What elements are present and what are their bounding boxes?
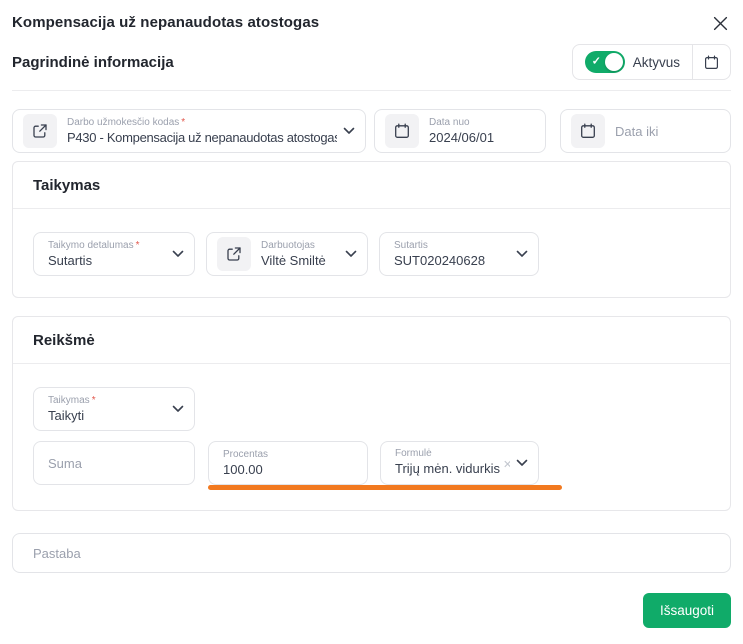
chevron-down-icon [172,250,184,258]
date-to-picker[interactable]: Data iki [560,109,731,153]
modal-footer: Išsaugoti [12,593,731,628]
salary-code-select[interactable]: Darbo užmokesčio kodas* P430 - Kompensac… [12,109,366,153]
field-value: 100.00 [223,461,357,478]
field-value: 2024/06/01 [429,129,535,146]
field-placeholder: Data iki [615,124,720,139]
modal-header: Kompensacija už nepanaudotas atostogas [12,14,731,34]
date-from-picker[interactable]: Data nuo 2024/06/01 [374,109,546,153]
field-value: Sutartis [48,252,166,269]
save-button[interactable]: Išsaugoti [643,593,731,628]
field-label: Darbo užmokesčio kodas* [67,116,337,129]
external-link-icon[interactable] [23,114,57,148]
main-section-title: Pagrindinė informacija [12,54,174,71]
field-text: Data nuo 2024/06/01 [429,116,535,146]
main-section-header: Pagrindinė informacija ✓ Aktyvus [12,44,731,91]
status-control-group: ✓ Aktyvus [572,44,731,80]
field-text: Data iki [615,124,720,139]
toggle-switch-on[interactable]: ✓ [585,51,625,73]
calendar-icon[interactable] [385,114,419,148]
note-input[interactable] [12,533,731,573]
required-marker: * [181,117,185,128]
field-value: Viltė Smiltė [261,252,339,269]
toggle-label: Aktyvus [633,55,680,70]
field-value: SUT020240628 [394,252,510,269]
field-label: Taikymas* [48,394,166,407]
chevron-down-icon [345,250,357,258]
required-marker: * [136,240,140,251]
sum-input-field[interactable] [48,442,184,484]
formula-select[interactable]: Formulė Trijų mėn. vidurkis✕ [380,441,539,485]
required-marker: * [92,395,96,406]
field-value: Taikyti [48,407,166,424]
calendar-icon [704,55,719,70]
value-amount-row: Procentas 100.00 Formulė Trijų mėn. vidu… [33,441,710,485]
close-button[interactable] [709,12,731,34]
field-label: Darbuotojas [261,239,339,252]
check-icon: ✓ [592,57,601,68]
value-application-row: Taikymas* Taikyti [33,387,710,431]
application-section-body: Taikymo detalumas* Sutartis Dar [13,209,730,297]
detail-level-select[interactable]: Taikymo detalumas* Sutartis [33,232,195,276]
close-icon [713,16,728,31]
calendar-icon[interactable] [571,114,605,148]
field-label: Sutartis [394,239,510,252]
highlight-underline [208,485,562,490]
employee-select[interactable]: Darbuotojas Viltė Smiltė [206,232,368,276]
sum-input[interactable] [33,441,195,485]
value-section-title: Reikšmė [13,317,730,364]
general-fields-row: Darbo užmokesčio kodas* P430 - Kompensac… [12,109,731,153]
field-label: Data nuo [429,116,535,129]
modal-title: Kompensacija už nepanaudotas atostogas [12,14,319,31]
value-section-body: Taikymas* Taikyti Procentas 100.00 [13,364,730,510]
field-label: Formulė [395,447,510,460]
value-section-card: Reikšmė Taikymas* Taikyti Procentas [12,316,731,511]
field-value: Trijų mėn. vidurkis [395,460,500,477]
chevron-down-icon [172,405,184,413]
application-section-title: Taikymas [13,162,730,209]
external-link-icon[interactable] [217,237,251,271]
history-calendar-button[interactable] [693,45,730,79]
apply-select[interactable]: Taikymas* Taikyti [33,387,195,431]
compensation-modal: Kompensacija už nepanaudotas atostogas P… [0,0,743,644]
toggle-knob [605,53,623,71]
field-value: P430 - Kompensacija už nepanaudotas atos… [67,129,337,146]
application-section-card: Taikymas Taikymo detalumas* Sutartis [12,161,731,298]
field-label: Taikymo detalumas* [48,239,166,252]
note-input-field[interactable] [33,534,710,572]
percent-input[interactable]: Procentas 100.00 [208,441,368,485]
application-fields-row: Taikymo detalumas* Sutartis Dar [33,232,710,276]
contract-select[interactable]: Sutartis SUT020240628 [379,232,539,276]
field-label: Procentas [223,448,357,461]
chevron-down-icon [516,250,528,258]
chevron-down-icon [343,127,355,135]
chevron-down-icon [516,459,528,467]
clear-icon[interactable]: ✕ [503,460,510,474]
active-toggle[interactable]: ✓ Aktyvus [573,45,692,79]
field-text: Darbo užmokesčio kodas* P430 - Kompensac… [67,116,337,146]
